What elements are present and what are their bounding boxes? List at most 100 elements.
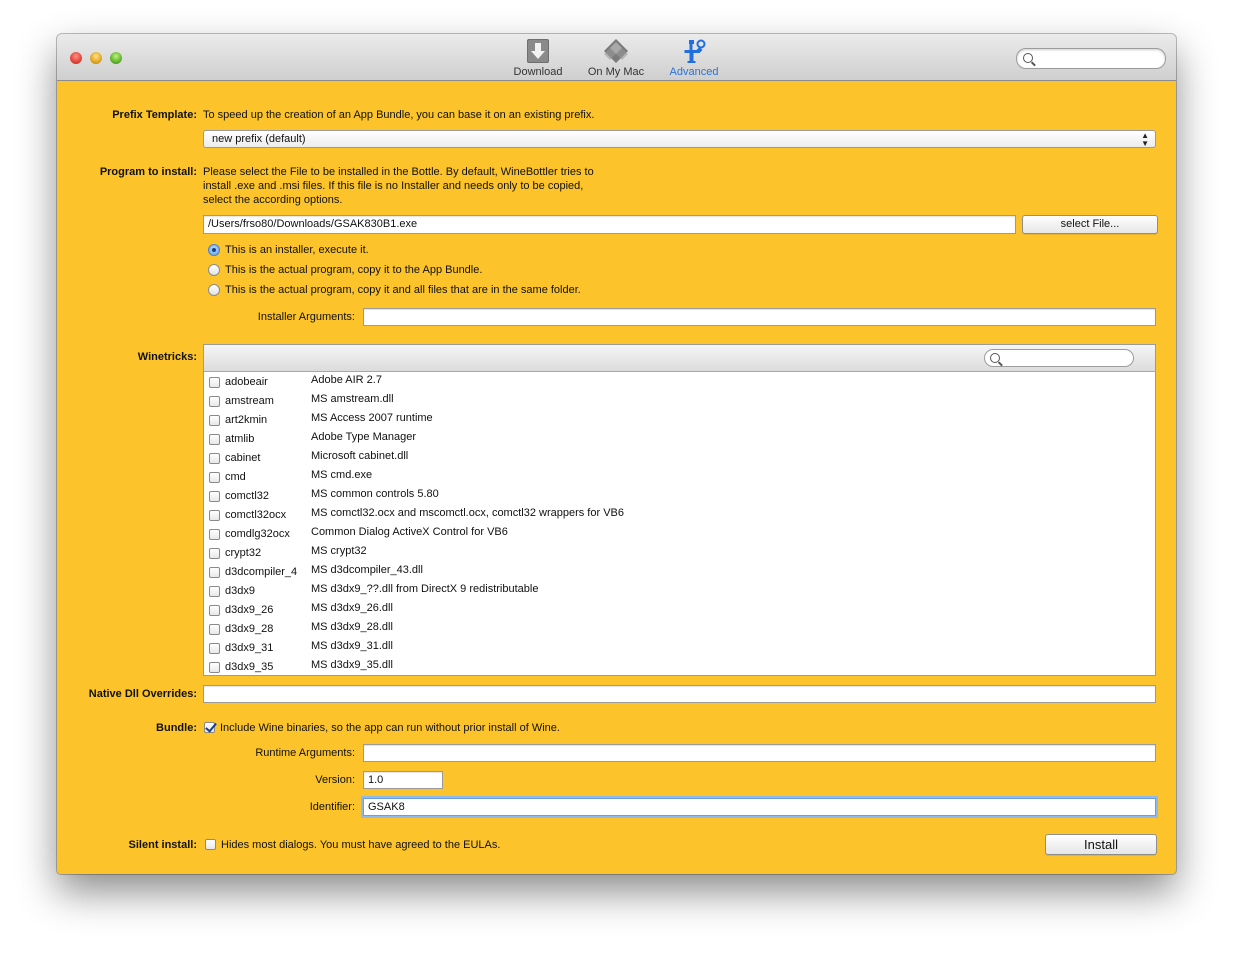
prefix-template-select[interactable]: new prefix (default) ▲ ▼ <box>203 130 1156 148</box>
minimize-button[interactable] <box>90 52 102 64</box>
silent-install-label: Silent install: <box>128 839 197 851</box>
winetricks-search-input[interactable] <box>984 349 1134 367</box>
winetricks-row[interactable]: adobeair Adobe AIR 2.7 <box>204 373 1155 392</box>
installer-arguments-field[interactable] <box>363 308 1156 326</box>
winetricks-row-checkbox[interactable] <box>209 510 220 521</box>
winetricks-row[interactable]: d3dcompiler_4 MS d3dcompiler_43.dll <box>204 563 1155 582</box>
winetricks-row-checkbox[interactable] <box>209 377 220 388</box>
winetricks-row-checkbox[interactable] <box>209 434 220 445</box>
version-field[interactable]: 1.0 <box>363 771 443 789</box>
winetricks-row[interactable]: atmlib Adobe Type Manager <box>204 430 1155 449</box>
option-copy-program-label[interactable]: This is the actual program, copy it to t… <box>225 264 482 276</box>
winetricks-row-name: d3dx9_35 <box>225 661 274 673</box>
winetricks-row-description: Adobe AIR 2.7 <box>311 374 382 386</box>
winetricks-row[interactable]: d3dx9_31 MS d3dx9_31.dll <box>204 639 1155 658</box>
toolbar-advanced[interactable]: Advanced <box>663 38 725 78</box>
winetricks-row-description: MS cmd.exe <box>311 469 373 481</box>
winetricks-row-description: Common Dialog ActiveX Control for VB6 <box>311 526 508 538</box>
winetricks-row[interactable]: d3dx9 MS d3dx9_??.dll from DirectX 9 redi… <box>204 582 1155 601</box>
search-icon <box>990 353 1000 363</box>
winetricks-row[interactable]: art2kmin MS Access 2007 runtime <box>204 411 1155 430</box>
winetricks-row-checkbox[interactable] <box>209 624 220 635</box>
winetricks-label: Winetricks: <box>137 351 197 363</box>
winetricks-row-name: d3dx9_31 <box>225 642 274 654</box>
option-copy-folder-radio[interactable] <box>208 284 220 296</box>
prefix-template-label: Prefix Template: <box>112 109 197 121</box>
winetricks-row-name: crypt32 <box>225 547 262 559</box>
winetricks-row-description: MS Access 2007 runtime <box>311 412 433 424</box>
popup-arrows-icon: ▲ ▼ <box>1141 131 1149 148</box>
include-wine-checkbox[interactable] <box>204 722 215 733</box>
winetricks-row-name: comdlg32ocx <box>225 528 290 540</box>
native-dll-overrides-field[interactable] <box>203 685 1156 703</box>
winetricks-row-name: amstream <box>225 395 274 407</box>
winetricks-row[interactable]: crypt32 MS crypt32 <box>204 544 1155 563</box>
winetricks-row-name: atmlib <box>225 433 255 445</box>
winetricks-row-description: MS d3dx9_??.dll from DirectX 9 redistrib… <box>311 583 539 595</box>
toolbar-on-my-mac[interactable]: On My Mac <box>583 38 649 78</box>
silent-install-checkbox[interactable] <box>205 839 216 850</box>
option-installer-radio[interactable] <box>208 244 220 256</box>
prefix-selected-value: new prefix (default) <box>212 133 306 145</box>
winetricks-row-checkbox[interactable] <box>209 567 220 578</box>
program-description-line-2: install .exe and .msi files. If this fil… <box>203 180 584 192</box>
winetricks-table-header <box>204 345 1155 372</box>
winetricks-row-description: Microsoft cabinet.dll <box>311 450 409 462</box>
winetricks-row-checkbox[interactable] <box>209 548 220 559</box>
option-copy-folder-label[interactable]: This is the actual program, copy it and … <box>225 284 581 296</box>
close-button[interactable] <box>70 52 82 64</box>
winetricks-row-checkbox[interactable] <box>209 453 220 464</box>
include-wine-label[interactable]: Include Wine binaries, so the app can ru… <box>220 722 560 734</box>
native-dll-overrides-label: Native Dll Overrides: <box>88 688 197 700</box>
winetricks-row-description: MS d3dx9_26.dll <box>311 602 393 614</box>
toolbar-download[interactable]: Download <box>507 38 569 78</box>
winetricks-row[interactable]: comctl32ocx MS comctl32.ocx and mscomctl.… <box>204 506 1155 525</box>
winetricks-row-checkbox[interactable] <box>209 491 220 502</box>
winetricks-row[interactable]: d3dx9_28 MS d3dx9_28.dll <box>204 620 1155 639</box>
winetricks-row-description: MS d3dx9_35.dll <box>311 659 393 671</box>
winetricks-row[interactable]: comdlg32ocx Common Dialog ActiveX Control… <box>204 525 1155 544</box>
bundle-label: Bundle: <box>156 722 197 734</box>
winetricks-row-name: d3dcompiler_4 <box>225 566 298 578</box>
winetricks-row-name: cabinet <box>225 452 261 464</box>
winetricks-row-checkbox[interactable] <box>209 396 220 407</box>
mac-icon <box>603 38 629 64</box>
winetricks-row-name: d3dx9_28 <box>225 623 274 635</box>
zoom-button[interactable] <box>110 52 122 64</box>
version-label: Version: <box>315 774 355 786</box>
winetricks-row[interactable]: cmd MS cmd.exe <box>204 468 1155 487</box>
search-icon <box>1023 53 1033 63</box>
download-icon <box>525 38 551 64</box>
winetricks-row-checkbox[interactable] <box>209 662 220 673</box>
winetricks-row-checkbox[interactable] <box>209 472 220 483</box>
winetricks-row[interactable]: comctl32 MS common controls 5.80 <box>204 487 1155 506</box>
toolbar-search-input[interactable] <box>1016 48 1166 69</box>
winetricks-row-name: art2kmin <box>225 414 268 426</box>
winetricks-row-checkbox[interactable] <box>209 529 220 540</box>
winetricks-row[interactable]: cabinet Microsoft cabinet.dll <box>204 449 1155 468</box>
winetricks-row-description: MS amstream.dll <box>311 393 394 405</box>
winetricks-row[interactable]: d3dx9_26 MS d3dx9_26.dll <box>204 601 1155 620</box>
winetricks-row-description: MS d3dcompiler_43.dll <box>311 564 423 576</box>
advanced-icon <box>681 38 707 64</box>
identifier-label: Identifier: <box>309 801 355 813</box>
winetricks-row[interactable]: amstream MS amstream.dll <box>204 392 1155 411</box>
winetricks-row-checkbox[interactable] <box>209 605 220 616</box>
identifier-field[interactable]: GSAK8 <box>363 798 1156 816</box>
winetricks-row[interactable]: d3dx9_35 MS d3dx9_35.dll <box>204 658 1155 675</box>
titlebar: Download On My Mac Advanced <box>57 34 1176 81</box>
winetricks-table: adobeair Adobe AIR 2.7 amstream MS amstream… <box>203 344 1156 676</box>
runtime-arguments-field[interactable] <box>363 744 1156 762</box>
program-description-line-3: select the according options. <box>203 194 343 206</box>
option-installer-label[interactable]: This is an installer, execute it. <box>225 244 369 256</box>
winetricks-row-checkbox[interactable] <box>209 415 220 426</box>
winetricks-row-description: MS comctl32.ocx and mscomctl.ocx, comctl… <box>311 507 624 519</box>
install-button[interactable]: Install <box>1045 834 1157 855</box>
winetricks-row-checkbox[interactable] <box>209 586 220 597</box>
silent-install-text[interactable]: Hides most dialogs. You must have agreed… <box>221 839 500 851</box>
option-copy-program-radio[interactable] <box>208 264 220 276</box>
program-path-field[interactable]: /Users/frso80/Downloads/GSAK830B1.exe <box>203 215 1016 234</box>
select-file-button[interactable]: select File... <box>1022 215 1158 234</box>
winebottler-window: Download On My Mac Advanced Prefix Templ… <box>57 34 1176 874</box>
winetricks-row-checkbox[interactable] <box>209 643 220 654</box>
